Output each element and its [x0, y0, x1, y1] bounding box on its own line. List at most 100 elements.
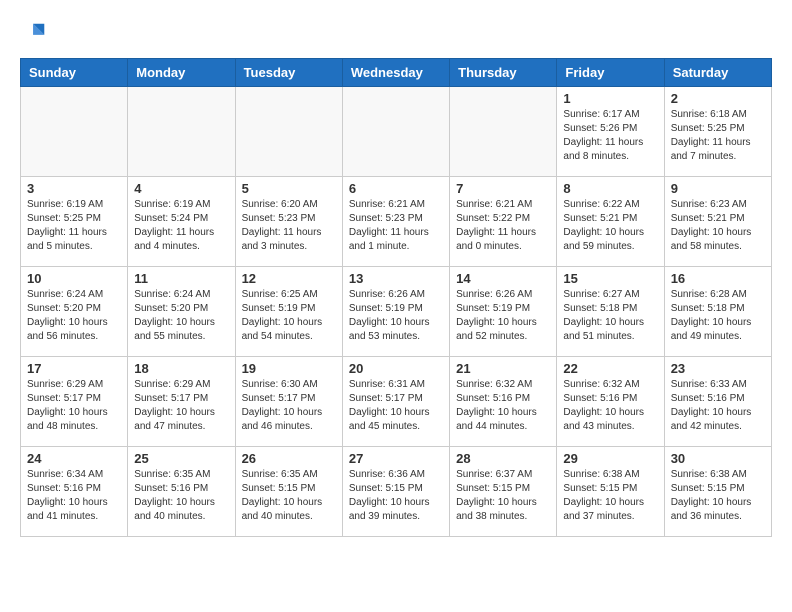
day-number: 26	[242, 451, 336, 466]
day-number: 4	[134, 181, 228, 196]
day-cell: 11 Sunrise: 6:24 AM Sunset: 5:20 PM Dayli…	[128, 267, 235, 357]
day-cell: 30 Sunrise: 6:38 AM Sunset: 5:15 PM Dayli…	[664, 447, 771, 537]
day-number: 8	[563, 181, 657, 196]
day-info: Sunrise: 6:30 AM Sunset: 5:17 PM Dayligh…	[242, 378, 336, 434]
day-number: 27	[349, 451, 443, 466]
day-number: 11	[134, 271, 228, 286]
day-number: 30	[671, 451, 765, 466]
header-cell-tuesday: Tuesday	[235, 59, 342, 87]
day-info: Sunrise: 6:28 AM Sunset: 5:18 PM Dayligh…	[671, 288, 765, 344]
day-cell: 17 Sunrise: 6:29 AM Sunset: 5:17 PM Dayli…	[21, 357, 128, 447]
day-cell: 13 Sunrise: 6:26 AM Sunset: 5:19 PM Dayli…	[342, 267, 449, 357]
day-cell: 5Sunrise: 6:20 AM Sunset: 5:23 PM Daylig…	[235, 177, 342, 267]
day-info: Sunrise: 6:29 AM Sunset: 5:17 PM Dayligh…	[134, 378, 228, 434]
day-cell: 27 Sunrise: 6:36 AM Sunset: 5:15 PM Dayli…	[342, 447, 449, 537]
header-cell-thursday: Thursday	[450, 59, 557, 87]
calendar-body: 1 Sunrise: 6:17 AM Sunset: 5:26 PM Daylig…	[21, 87, 772, 537]
day-number: 17	[27, 361, 121, 376]
day-cell	[21, 87, 128, 177]
header-cell-sunday: Sunday	[21, 59, 128, 87]
day-cell	[450, 87, 557, 177]
day-info: Sunrise: 6:20 AM Sunset: 5:23 PM Dayligh…	[242, 198, 336, 254]
week-row-5: 24Sunrise: 6:34 AM Sunset: 5:16 PM Dayli…	[21, 447, 772, 537]
header	[20, 20, 772, 48]
day-cell: 25Sunrise: 6:35 AM Sunset: 5:16 PM Dayli…	[128, 447, 235, 537]
day-number: 6	[349, 181, 443, 196]
day-info: Sunrise: 6:19 AM Sunset: 5:25 PM Dayligh…	[27, 198, 121, 254]
day-info: Sunrise: 6:19 AM Sunset: 5:24 PM Dayligh…	[134, 198, 228, 254]
day-info: Sunrise: 6:27 AM Sunset: 5:18 PM Dayligh…	[563, 288, 657, 344]
day-info: Sunrise: 6:24 AM Sunset: 5:20 PM Dayligh…	[134, 288, 228, 344]
header-row: SundayMondayTuesdayWednesdayThursdayFrid…	[21, 59, 772, 87]
day-number: 9	[671, 181, 765, 196]
day-info: Sunrise: 6:38 AM Sunset: 5:15 PM Dayligh…	[671, 468, 765, 524]
day-cell: 24Sunrise: 6:34 AM Sunset: 5:16 PM Dayli…	[21, 447, 128, 537]
day-cell: 14 Sunrise: 6:26 AM Sunset: 5:19 PM Dayli…	[450, 267, 557, 357]
day-cell: 23 Sunrise: 6:33 AM Sunset: 5:16 PM Dayli…	[664, 357, 771, 447]
header-cell-wednesday: Wednesday	[342, 59, 449, 87]
week-row-1: 1 Sunrise: 6:17 AM Sunset: 5:26 PM Daylig…	[21, 87, 772, 177]
day-number: 1	[563, 91, 657, 106]
day-info: Sunrise: 6:23 AM Sunset: 5:21 PM Dayligh…	[671, 198, 765, 254]
day-number: 28	[456, 451, 550, 466]
logo	[20, 20, 52, 48]
day-cell: 3 Sunrise: 6:19 AM Sunset: 5:25 PM Daylig…	[21, 177, 128, 267]
day-info: Sunrise: 6:26 AM Sunset: 5:19 PM Dayligh…	[456, 288, 550, 344]
day-cell: 9 Sunrise: 6:23 AM Sunset: 5:21 PM Daylig…	[664, 177, 771, 267]
day-info: Sunrise: 6:22 AM Sunset: 5:21 PM Dayligh…	[563, 198, 657, 254]
day-cell	[235, 87, 342, 177]
day-number: 24	[27, 451, 121, 466]
day-number: 29	[563, 451, 657, 466]
day-number: 12	[242, 271, 336, 286]
day-info: Sunrise: 6:35 AM Sunset: 5:16 PM Dayligh…	[134, 468, 228, 524]
day-cell: 2 Sunrise: 6:18 AM Sunset: 5:25 PM Daylig…	[664, 87, 771, 177]
day-cell: 29 Sunrise: 6:38 AM Sunset: 5:15 PM Dayli…	[557, 447, 664, 537]
week-row-3: 10 Sunrise: 6:24 AM Sunset: 5:20 PM Dayli…	[21, 267, 772, 357]
day-cell: 19 Sunrise: 6:30 AM Sunset: 5:17 PM Dayli…	[235, 357, 342, 447]
day-cell: 26Sunrise: 6:35 AM Sunset: 5:15 PM Dayli…	[235, 447, 342, 537]
day-number: 15	[563, 271, 657, 286]
logo-icon	[20, 20, 48, 48]
day-info: Sunrise: 6:33 AM Sunset: 5:16 PM Dayligh…	[671, 378, 765, 434]
day-info: Sunrise: 6:36 AM Sunset: 5:15 PM Dayligh…	[349, 468, 443, 524]
day-info: Sunrise: 6:26 AM Sunset: 5:19 PM Dayligh…	[349, 288, 443, 344]
day-info: Sunrise: 6:32 AM Sunset: 5:16 PM Dayligh…	[563, 378, 657, 434]
calendar-header: SundayMondayTuesdayWednesdayThursdayFrid…	[21, 59, 772, 87]
day-info: Sunrise: 6:32 AM Sunset: 5:16 PM Dayligh…	[456, 378, 550, 434]
day-number: 18	[134, 361, 228, 376]
day-info: Sunrise: 6:25 AM Sunset: 5:19 PM Dayligh…	[242, 288, 336, 344]
day-info: Sunrise: 6:29 AM Sunset: 5:17 PM Dayligh…	[27, 378, 121, 434]
day-number: 10	[27, 271, 121, 286]
day-info: Sunrise: 6:21 AM Sunset: 5:22 PM Dayligh…	[456, 198, 550, 254]
day-number: 7	[456, 181, 550, 196]
day-number: 22	[563, 361, 657, 376]
day-info: Sunrise: 6:17 AM Sunset: 5:26 PM Dayligh…	[563, 108, 657, 164]
day-cell: 15 Sunrise: 6:27 AM Sunset: 5:18 PM Dayli…	[557, 267, 664, 357]
day-number: 2	[671, 91, 765, 106]
day-number: 16	[671, 271, 765, 286]
day-number: 14	[456, 271, 550, 286]
calendar-table: SundayMondayTuesdayWednesdayThursdayFrid…	[20, 58, 772, 537]
day-cell: 22 Sunrise: 6:32 AM Sunset: 5:16 PM Dayli…	[557, 357, 664, 447]
header-cell-monday: Monday	[128, 59, 235, 87]
day-number: 3	[27, 181, 121, 196]
day-cell: 16 Sunrise: 6:28 AM Sunset: 5:18 PM Dayli…	[664, 267, 771, 357]
day-number: 19	[242, 361, 336, 376]
day-number: 20	[349, 361, 443, 376]
day-cell: 1 Sunrise: 6:17 AM Sunset: 5:26 PM Daylig…	[557, 87, 664, 177]
day-info: Sunrise: 6:37 AM Sunset: 5:15 PM Dayligh…	[456, 468, 550, 524]
day-number: 21	[456, 361, 550, 376]
week-row-2: 3 Sunrise: 6:19 AM Sunset: 5:25 PM Daylig…	[21, 177, 772, 267]
day-cell: 4 Sunrise: 6:19 AM Sunset: 5:24 PM Daylig…	[128, 177, 235, 267]
day-cell	[128, 87, 235, 177]
day-cell: 20Sunrise: 6:31 AM Sunset: 5:17 PM Dayli…	[342, 357, 449, 447]
day-cell: 12 Sunrise: 6:25 AM Sunset: 5:19 PM Dayli…	[235, 267, 342, 357]
day-number: 13	[349, 271, 443, 286]
day-cell: 28 Sunrise: 6:37 AM Sunset: 5:15 PM Dayli…	[450, 447, 557, 537]
day-info: Sunrise: 6:38 AM Sunset: 5:15 PM Dayligh…	[563, 468, 657, 524]
day-number: 23	[671, 361, 765, 376]
day-info: Sunrise: 6:21 AM Sunset: 5:23 PM Dayligh…	[349, 198, 443, 254]
day-info: Sunrise: 6:18 AM Sunset: 5:25 PM Dayligh…	[671, 108, 765, 164]
day-cell: 10Sunrise: 6:24 AM Sunset: 5:20 PM Dayli…	[21, 267, 128, 357]
day-cell: 6 Sunrise: 6:21 AM Sunset: 5:23 PM Daylig…	[342, 177, 449, 267]
